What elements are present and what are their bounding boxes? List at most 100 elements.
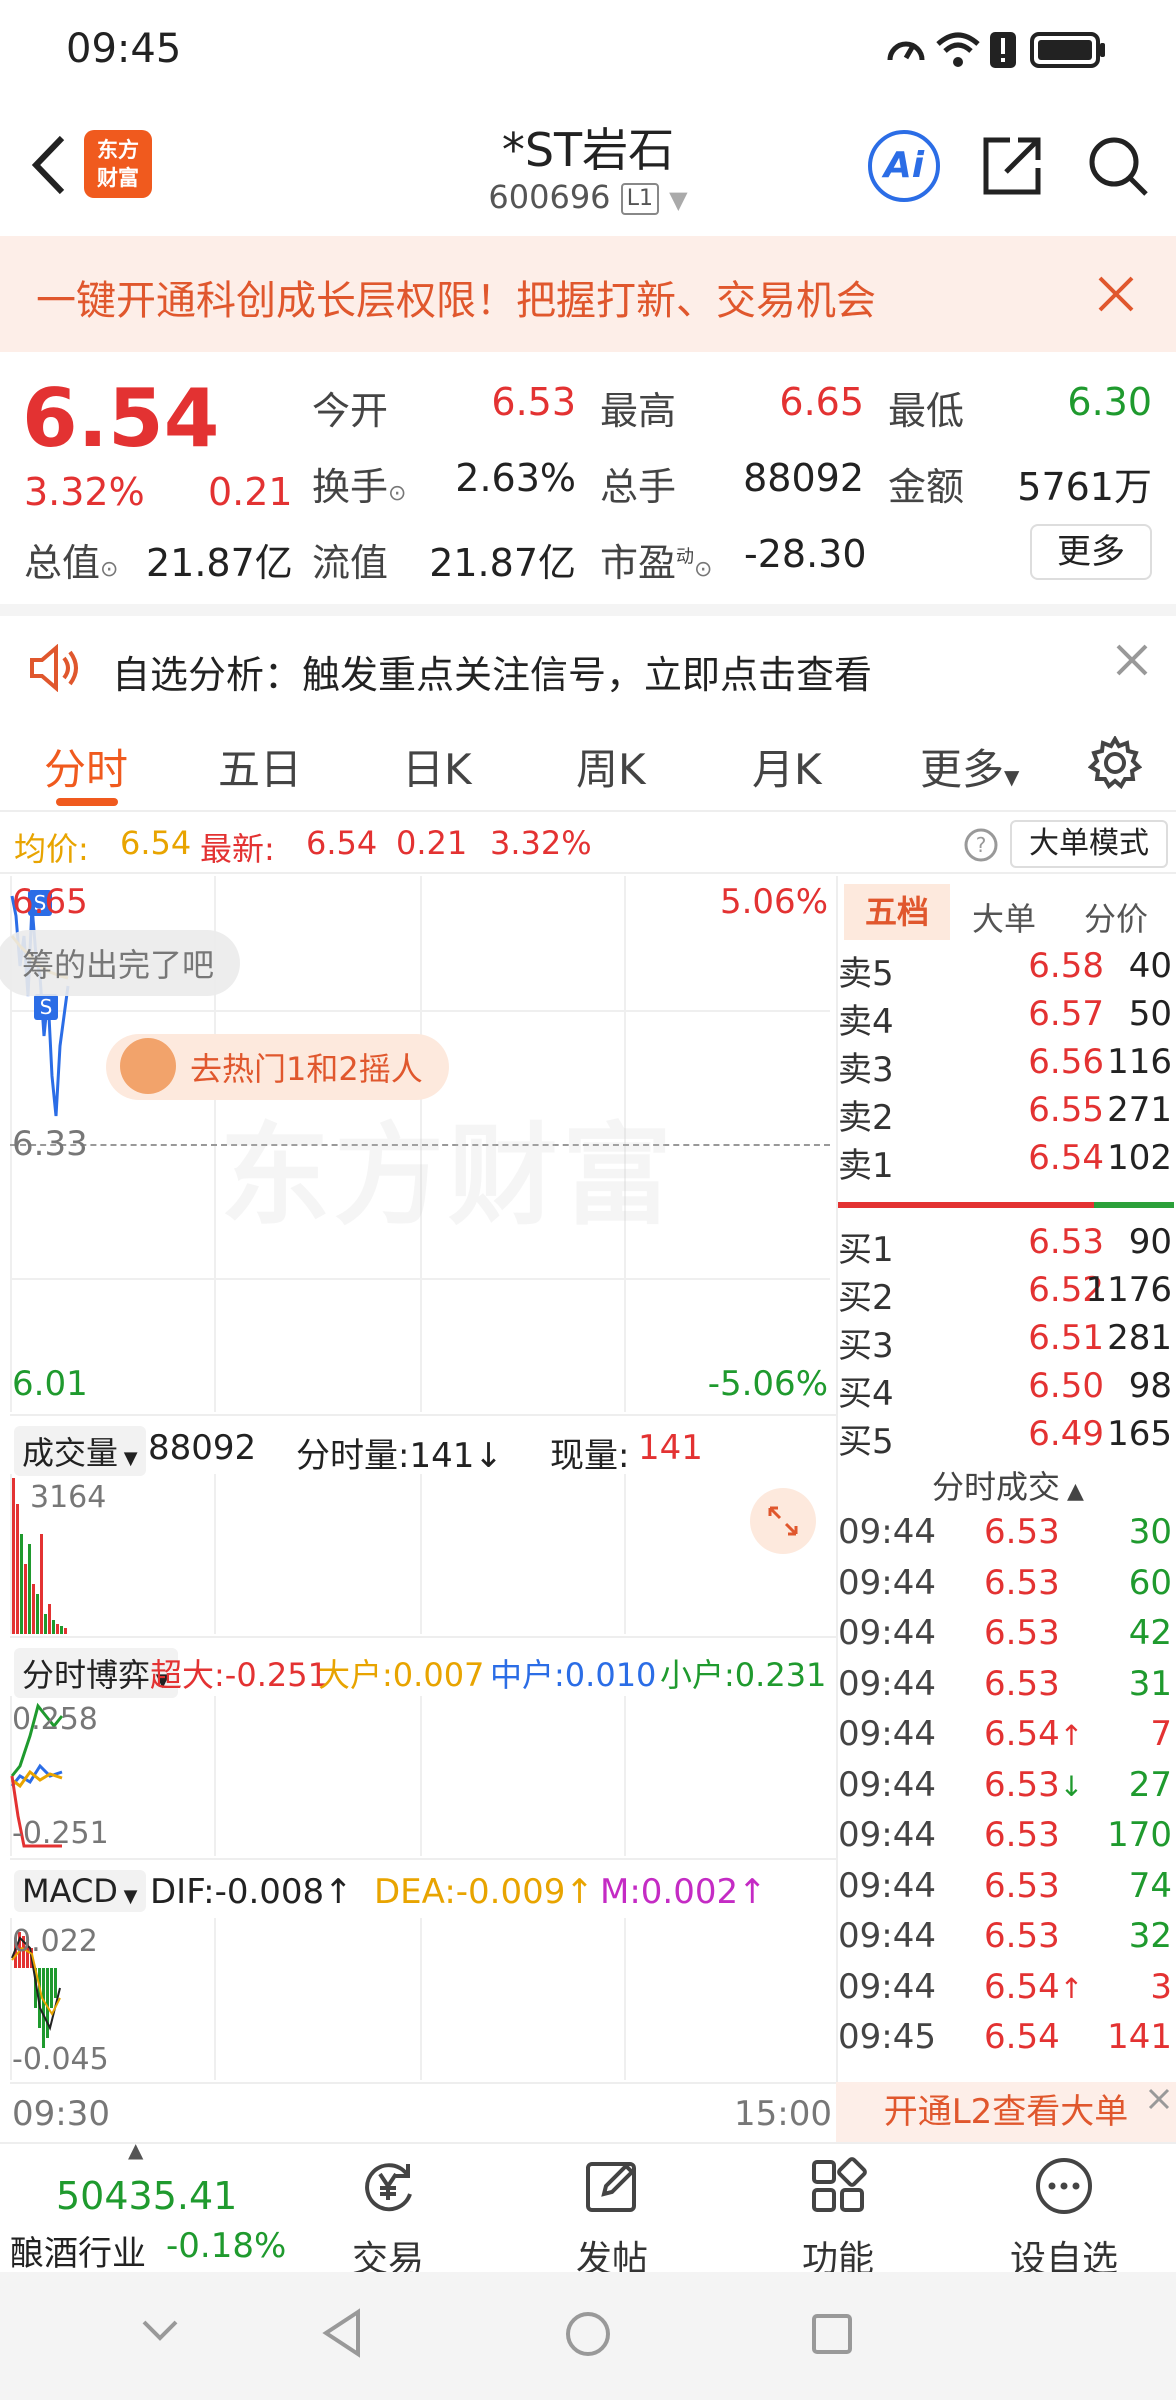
sell-level-row[interactable]: 卖4 6.57 50 — [838, 994, 1174, 1042]
tab-intraday[interactable]: 分时 — [44, 736, 128, 797]
trade-time: 09:44 — [838, 1865, 936, 1906]
buy-level-row[interactable]: 买1 6.53 90 — [838, 1222, 1174, 1270]
large-holder-label: 大户: — [318, 1656, 393, 1694]
buy-level-row[interactable]: 买3 6.51 281 — [838, 1318, 1174, 1366]
post-button[interactable]: 发帖 — [552, 2154, 672, 2282]
pe-value: -28.30 — [744, 532, 867, 576]
help-icon[interactable]: ? — [964, 828, 998, 862]
close-icon[interactable] — [1146, 2086, 1172, 2112]
index-name[interactable]: 酿酒行业 — [10, 2226, 146, 2275]
sell-level-volume: 271 — [1107, 1090, 1172, 1130]
turnover-label-text: 换手 — [312, 465, 389, 509]
game-selector-label: 分时博弈 — [22, 1656, 151, 1694]
share-icon[interactable] — [980, 134, 1044, 198]
edit-icon — [586, 2162, 636, 2212]
speed-icon — [887, 41, 925, 61]
buy-level-volume: 98 — [1128, 1366, 1172, 1406]
cow-avatar-icon — [120, 1038, 176, 1094]
dropdown-caret-icon: ▼ — [117, 1886, 138, 1907]
tab-price-dist[interactable]: 分价 — [1084, 894, 1148, 940]
now-volume-label: 现量: — [550, 1436, 630, 1476]
tab-monthly-k[interactable]: 月K — [752, 736, 822, 797]
system-nav-bar — [0, 2272, 1176, 2400]
nav-home-icon[interactable] — [564, 2310, 612, 2358]
more-quote-button[interactable]: 更多 — [1030, 524, 1152, 580]
game-chart[interactable]: 0.258 -0.251 — [10, 1696, 830, 1856]
buy-level-row[interactable]: 买5 6.49 165 — [838, 1414, 1174, 1462]
tab-five-levels[interactable]: 五档 — [844, 884, 950, 940]
mid-holder: 中户:0.010 — [490, 1650, 656, 1696]
close-icon[interactable] — [1114, 642, 1150, 678]
large-holder-value: 0.007 — [392, 1656, 485, 1694]
sell-level-row[interactable]: 卖1 6.54 102 — [838, 1138, 1174, 1186]
nav-back-icon[interactable] — [320, 2308, 364, 2358]
expand-button[interactable] — [750, 1488, 816, 1554]
active-tab-indicator — [56, 798, 118, 806]
trades-header[interactable]: 分时成交 ▲ — [838, 1462, 1176, 1508]
tab-weekly-k[interactable]: 周K — [576, 736, 646, 797]
trade-volume: 74 — [1128, 1865, 1172, 1906]
trade-row: 09:44 6.53 32 — [838, 1916, 1174, 1966]
stock-header: 东方 财富 *ST岩石 600696 L1 ▼ Ai — [0, 100, 1176, 235]
turnover-label[interactable]: 换手⊙ — [312, 456, 406, 511]
volume-indicator-select[interactable]: 成交量 ▼ — [14, 1426, 146, 1476]
mkt-cap-label[interactable]: 总值⊙ — [24, 532, 118, 587]
close-icon[interactable] — [1096, 274, 1136, 314]
trade-button[interactable]: 交易 — [328, 2154, 448, 2282]
trade-row: 09:44 6.53 170 — [838, 1815, 1174, 1865]
tab-five-day[interactable]: 五日 — [218, 736, 302, 797]
dropdown-caret-icon: ▼ — [118, 1448, 138, 1469]
trade-volume: 60 — [1128, 1562, 1172, 1603]
volume-chart[interactable]: 3164 — [10, 1474, 830, 1634]
sell-level-volume: 102 — [1107, 1138, 1172, 1178]
avg-label: 均价: — [14, 830, 89, 868]
search-icon[interactable] — [1086, 134, 1150, 198]
game-y-top: 0.258 — [12, 1702, 98, 1737]
buy-level-row[interactable]: 买4 6.50 98 — [838, 1366, 1174, 1414]
buy-level-row[interactable]: 买2 6.52 1176 — [838, 1270, 1174, 1318]
trade-direction-arrow: ↓ — [1059, 1769, 1084, 1803]
macd-indicator-select[interactable]: MACD ▼ — [14, 1870, 146, 1912]
order-book-tabs: 五档 大单 分价 — [838, 876, 1176, 946]
big-order-mode-button[interactable]: 大单模式 — [1010, 820, 1168, 868]
latest-label: 最新: — [200, 830, 275, 868]
buy-level-label: 买3 — [838, 1326, 894, 1366]
nav-collapse-icon[interactable] — [140, 2316, 180, 2346]
sell-marker[interactable]: S — [34, 994, 58, 1020]
pe-label[interactable]: 市盈动⊙ — [600, 532, 712, 587]
tab-daily-k[interactable]: 日K — [402, 736, 472, 797]
float-cap-label: 流值 — [312, 541, 389, 585]
status-bar: 09:45 — [0, 0, 1176, 100]
l2-banner-text: 开通L2查看大单 — [883, 2092, 1129, 2132]
float-cap-value: 21.87亿 — [429, 541, 576, 585]
dropdown-caret-icon: ▼ — [669, 186, 688, 214]
pe-label-text: 市盈 — [600, 541, 677, 585]
gear-icon[interactable] — [1088, 736, 1142, 790]
open-label: 今开 — [312, 389, 389, 433]
functions-button[interactable]: 功能 — [778, 2154, 898, 2282]
ai-assistant-button[interactable]: Ai — [868, 130, 940, 202]
latest-pct: 3.32% — [490, 824, 592, 862]
macd-header: MACD ▼ DIF:-0.008↑ DEA:-0.009↑ M:0.002↑ — [10, 1858, 836, 1918]
tab-big-orders[interactable]: 大单 — [972, 894, 1036, 940]
tab-more[interactable]: 更多▼ — [920, 736, 1019, 797]
comment-bubble-hot[interactable]: 去热门1和2摇人 — [106, 1034, 449, 1100]
buy-level-label: 买1 — [838, 1230, 894, 1270]
sell-level-row[interactable]: 卖2 6.55 271 — [838, 1090, 1174, 1138]
add-watchlist-button[interactable]: 设自选 — [1004, 2154, 1124, 2282]
trade-price: 6.54 — [984, 1966, 1060, 2007]
sell-level-row[interactable]: 卖5 6.58 40 — [838, 946, 1174, 994]
sell-level-row[interactable]: 卖3 6.56 116 — [838, 1042, 1174, 1090]
analysis-banner[interactable]: 自选分析：触发重点关注信号，立即点击查看 — [0, 604, 1176, 708]
sell-level-label: 卖3 — [838, 1050, 894, 1090]
macd-chart[interactable]: 0.022 -0.045 — [10, 1918, 830, 2080]
intraday-price-chart[interactable]: 东方财富 S S 6.65 6.33 6.01 5.06% -5.06% 筹的出… — [0, 876, 830, 1412]
promo-banner[interactable]: 一键开通科创成长层权限！把握打新、交易机会 — [0, 236, 1176, 352]
trade-time: 09:44 — [838, 1663, 936, 1704]
l2-upgrade-banner[interactable]: 开通L2查看大单 — [836, 2082, 1176, 2142]
nav-recents-icon[interactable] — [810, 2312, 854, 2356]
comment-bubble[interactable]: 筹的出完了吧 — [0, 930, 241, 996]
index-value[interactable]: 50435.41 — [56, 2174, 237, 2218]
buy-level-label: 买5 — [838, 1422, 894, 1462]
macd-selector-label: MACD — [22, 1872, 118, 1910]
